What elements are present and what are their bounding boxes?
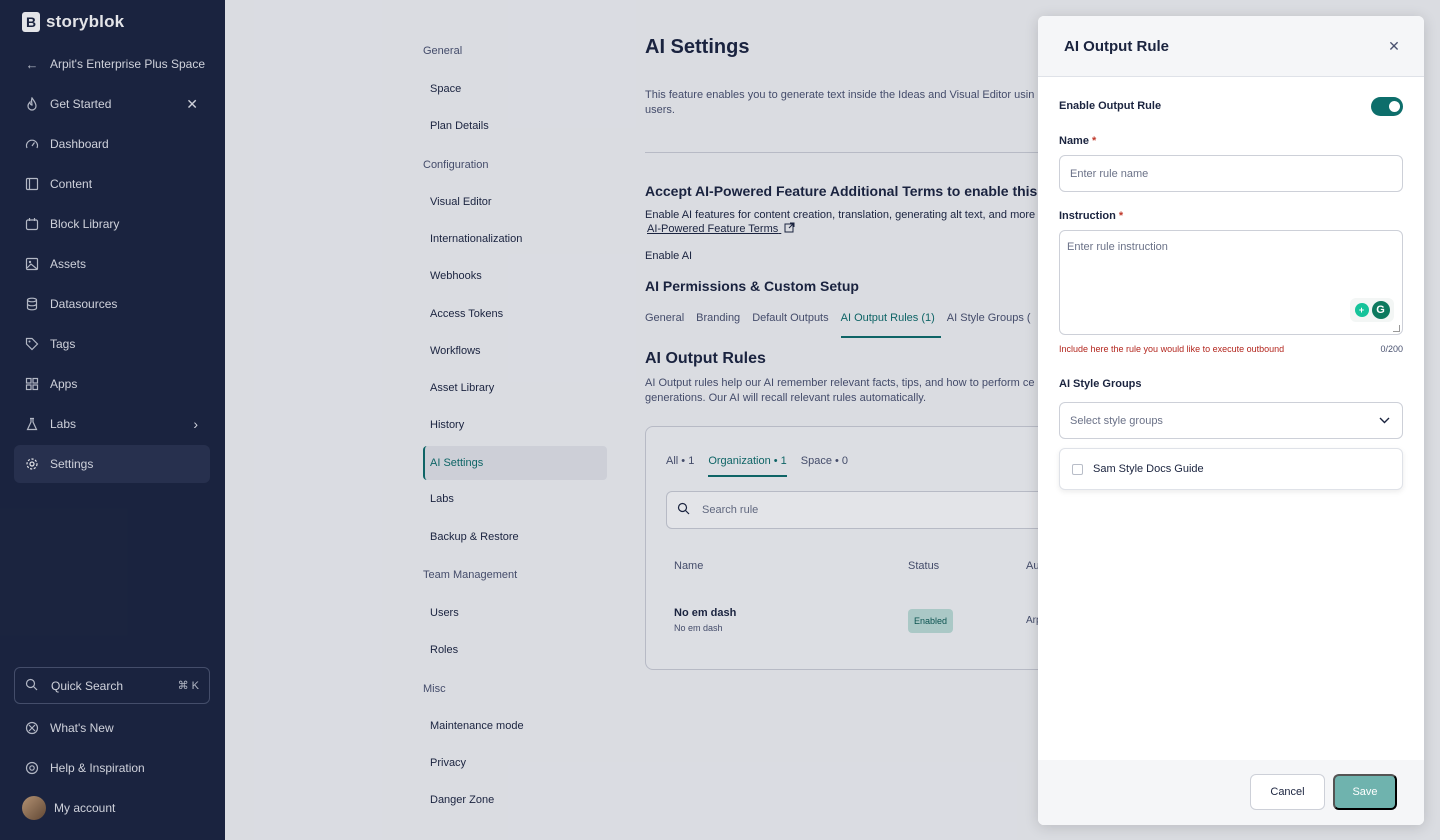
style-groups-label: AI Style Groups: [1059, 378, 1142, 390]
style-groups-placeholder: Select style groups: [1070, 414, 1163, 427]
enable-output-rule-label: Enable Output Rule: [1059, 100, 1162, 112]
save-button[interactable]: Save: [1333, 774, 1397, 810]
rule-name-placeholder: Enter rule name: [1070, 167, 1149, 180]
instruction-label: Instruction *: [1059, 210, 1123, 222]
panel-footer: Cancel Save: [1038, 760, 1424, 825]
name-label-text: Name: [1059, 135, 1089, 147]
required-mark: *: [1118, 210, 1124, 222]
resize-handle[interactable]: [1393, 325, 1400, 332]
required-mark: *: [1092, 135, 1097, 147]
style-group-checkbox[interactable]: [1072, 463, 1083, 475]
chevron-down-icon: [1379, 415, 1390, 427]
style-group-option-label: Sam Style Docs Guide: [1093, 463, 1204, 475]
instruction-hint: Include here the rule you would like to …: [1059, 344, 1285, 354]
rule-instruction-placeholder: Enter rule instruction: [1067, 241, 1168, 253]
grammarly-icon[interactable]: G: [1371, 301, 1390, 319]
rule-name-input[interactable]: Enter rule name: [1059, 155, 1403, 192]
grammarly-suggestion-icon[interactable]: +: [1354, 303, 1369, 317]
instruction-label-text: Instruction: [1059, 210, 1116, 222]
panel-title: AI Output Rule: [1064, 38, 1169, 55]
style-group-option[interactable]: Sam Style Docs Guide: [1059, 448, 1403, 490]
grammarly-widget[interactable]: + G: [1350, 298, 1394, 322]
panel-header: AI Output Rule ✕: [1038, 16, 1424, 77]
cancel-button[interactable]: Cancel: [1250, 774, 1325, 810]
name-label: Name *: [1059, 135, 1096, 147]
ai-output-rule-panel: AI Output Rule ✕ Enable Output Rule Name…: [1038, 16, 1424, 825]
character-counter: 0/200: [1380, 344, 1403, 354]
style-groups-select[interactable]: Select style groups: [1059, 402, 1403, 439]
rule-instruction-textarea[interactable]: Enter rule instruction + G: [1059, 230, 1403, 335]
close-icon[interactable]: ✕: [1386, 38, 1402, 54]
enable-output-rule-toggle[interactable]: [1371, 97, 1403, 116]
